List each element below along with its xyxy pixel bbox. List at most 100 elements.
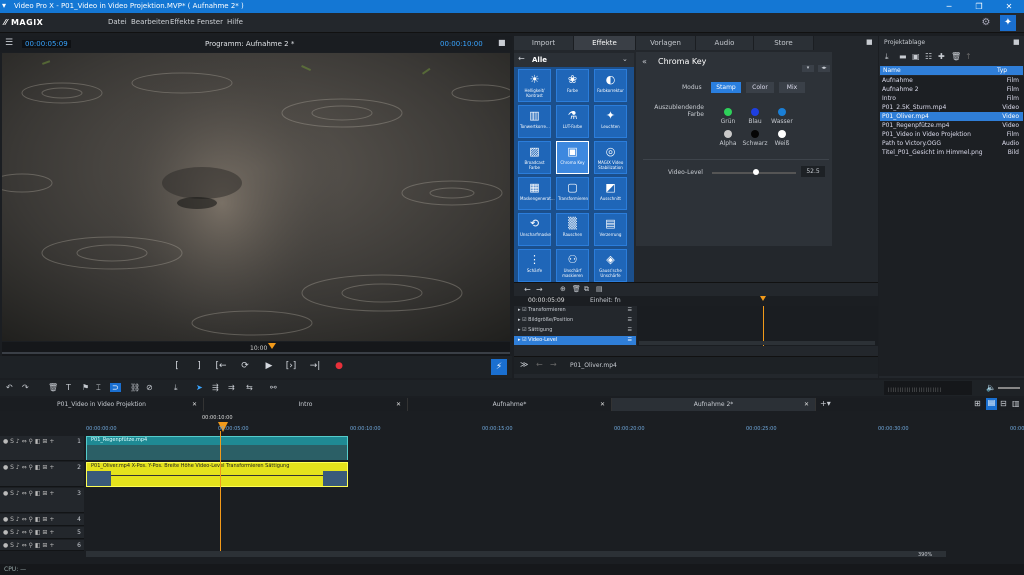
mark-in-button[interactable]: [ (170, 361, 184, 371)
import-icon[interactable]: ⤓ (885, 52, 889, 62)
keyframe-row[interactable]: ▸ ☑ Bildgröße/Position ☰ (514, 316, 636, 325)
delete-icon[interactable]: 🗑 (951, 52, 961, 61)
effect-tile[interactable]: ▒ Rauschen (556, 213, 589, 246)
fx-mode-button[interactable]: ✦ (1000, 15, 1016, 31)
prev-marker-button[interactable]: [← (214, 361, 228, 371)
color-swatch[interactable] (751, 108, 759, 116)
kf-copy-icon[interactable]: ⧉ (584, 285, 589, 294)
color-swatch[interactable] (778, 108, 786, 116)
range-icon[interactable]: ⇆ (246, 383, 253, 392)
multicam-icon[interactable]: ⚯ (270, 383, 277, 392)
keyframe-menu-icon[interactable]: ☰ (628, 316, 632, 325)
project-row[interactable]: Path to Victory.OGG Audio (880, 139, 1023, 148)
effect-tile[interactable]: ▤ Verzerrung (594, 213, 627, 246)
kf-paste-icon[interactable]: ▤ (596, 285, 603, 293)
maximize-button[interactable]: ❐ (964, 0, 994, 13)
trash-icon[interactable]: 🗑 (48, 383, 58, 392)
color-swatch[interactable] (751, 130, 759, 138)
effect-tile[interactable]: ☀ Helligkeit/ Kontrast (518, 69, 551, 102)
track-header[interactable]: ● S ♪ ⇔ ⚲ ◧ ⊞ + 3 (0, 488, 84, 513)
track-controls[interactable]: ● S ♪ ⇔ ⚲ ◧ ⊞ + (3, 516, 54, 523)
keyframe-menu-icon[interactable]: ☰ (628, 326, 632, 335)
track-controls[interactable]: ● S ♪ ⇔ ⚲ ◧ ⊞ + (3, 438, 54, 445)
track-controls[interactable]: ● S ♪ ⇔ ⚲ ◧ ⊞ + (3, 490, 54, 497)
close-button[interactable]: ✕ (994, 0, 1024, 13)
volume-slider[interactable] (998, 387, 1020, 389)
kf-next-icon[interactable]: → (536, 285, 543, 294)
effect-tile[interactable]: ⟲ Unscharfmaske (518, 213, 551, 246)
tl-tab-projektion[interactable]: P01_Video in Video Projektion ✕ (0, 398, 204, 411)
tab-close-icon[interactable]: ✕ (600, 398, 605, 411)
footer-forward-icon[interactable]: → (550, 360, 557, 369)
project-row[interactable]: Intro Film (880, 94, 1023, 103)
footer-back-icon[interactable]: ← (536, 360, 543, 369)
effect-tile[interactable]: ▢ Transformieren (556, 177, 589, 210)
panel-close-icon[interactable]: ■ (866, 38, 873, 46)
scrub-track[interactable] (2, 352, 510, 354)
expand-icon[interactable]: ≫ (520, 360, 528, 369)
kf-scrollbar[interactable] (639, 341, 875, 345)
lightning-icon[interactable]: ⚡ (491, 359, 507, 375)
new-icon[interactable]: ✚ (938, 52, 945, 61)
playhead-marker[interactable] (268, 343, 276, 349)
chevron-down-icon[interactable]: ⌄ (622, 55, 628, 63)
kf-playhead[interactable] (760, 296, 766, 301)
project-close-icon[interactable]: ■ (1013, 38, 1020, 46)
project-row[interactable]: Titel_P01_Gesicht im Himmel.png Bild (880, 148, 1023, 157)
marker-icon[interactable]: ⚑ (82, 383, 89, 392)
to-end-button[interactable]: →| (308, 361, 322, 371)
tab-store[interactable]: Store (754, 36, 814, 50)
loop-button[interactable]: ⟳ (238, 361, 252, 371)
play-button[interactable]: ▶ (262, 361, 276, 371)
track-header[interactable]: ● S ♪ ⇔ ⚲ ◧ ⊞ + 5 (0, 527, 84, 539)
effect-tile[interactable]: ▥ Tonwertkorre... (518, 105, 551, 138)
tools-icon[interactable]: ⚙ (978, 15, 994, 31)
clip-regenpfuetze[interactable]: P01_Regenpfütze.mp4 (86, 436, 348, 460)
view-timeline-icon[interactable]: ▤ (986, 398, 997, 410)
cut-icon[interactable]: ⌶ (96, 383, 101, 393)
mode-color[interactable]: Color (746, 82, 774, 93)
effect-tile[interactable]: ◈ Gauss'sche Unschärfe (594, 249, 627, 282)
track-controls[interactable]: ● S ♪ ⇔ ⚲ ◧ ⊞ + (3, 529, 54, 536)
effect-tile[interactable]: ◎ MAGIX Video Stabilization (594, 141, 627, 174)
project-row[interactable]: P01_Oliver.mp4 Video (880, 112, 1023, 121)
effect-tile[interactable]: ▦ Maskengenerat... (518, 177, 555, 210)
keyframe-area[interactable] (637, 306, 878, 346)
tab-close-icon[interactable]: ✕ (192, 398, 197, 411)
undo-icon[interactable]: ↶ (6, 383, 13, 392)
color-swatch[interactable] (778, 130, 786, 138)
project-row[interactable]: Aufnahme 2 Film (880, 85, 1023, 94)
tab-close-icon[interactable]: ✕ (804, 398, 809, 411)
keyframe-row[interactable]: ▸ ☑ Transformieren ☰ (514, 306, 636, 315)
col-type[interactable]: Typ (997, 66, 1007, 75)
mark-out-button[interactable]: ] (192, 361, 206, 371)
col-name[interactable]: Name (883, 66, 901, 75)
track-header[interactable]: ● S ♪ ⇔ ⚲ ◧ ⊞ + 2 (0, 462, 84, 487)
save-icon[interactable]: ▣ (912, 52, 920, 61)
stretch-icon[interactable]: ⇉ (228, 383, 235, 392)
effect-tile[interactable]: ▣ Chroma Key (556, 141, 589, 174)
timeline-scrollbar[interactable] (86, 551, 946, 557)
kf-delete-icon[interactable]: 🗑 (572, 285, 581, 293)
video-level-value[interactable]: 52.5 (801, 166, 825, 177)
track-controls[interactable]: ● S ♪ ⇔ ⚲ ◧ ⊞ + (3, 464, 54, 471)
track-header[interactable]: ● S ♪ ⇔ ⚲ ◧ ⊞ + 1 (0, 436, 84, 461)
tl-tab-aufnahme2[interactable]: Aufnahme 2* ✕ (612, 398, 816, 411)
clip-oliver[interactable]: P01_Oliver.mp4 X-Pos. Y-Pos. Breite Höhe… (86, 462, 348, 487)
preset-dropdown[interactable]: ▾ (802, 65, 814, 72)
speaker-icon[interactable]: 🔈 (986, 383, 996, 392)
mode-mix[interactable]: Mix (779, 82, 805, 93)
track-header[interactable]: ● S ♪ ⇔ ⚲ ◧ ⊞ + 6 (0, 540, 84, 551)
effect-tile[interactable]: ⋮ Schärfe (518, 249, 551, 282)
tab-vorlagen[interactable]: Vorlagen (636, 36, 696, 50)
keyframe-row[interactable]: ▸ ☑ Sättigung ☰ (514, 326, 636, 335)
menu-fenster[interactable]: Fenster (197, 18, 223, 26)
next-marker-button[interactable]: [›] (284, 361, 298, 371)
tl-tab-aufnahme[interactable]: Aufnahme* ✕ (408, 398, 612, 411)
reset-button[interactable]: ◂▸ (818, 65, 830, 72)
view-storyboard-icon[interactable]: ⊞ (974, 399, 981, 408)
effect-tile[interactable]: ▨ Broadcast Farbe (518, 141, 551, 174)
preview-close-icon[interactable]: ■ (498, 38, 506, 47)
preview-scrub-bar[interactable]: 10:00 (2, 342, 510, 356)
back-arrow-icon[interactable]: ← (518, 54, 525, 63)
